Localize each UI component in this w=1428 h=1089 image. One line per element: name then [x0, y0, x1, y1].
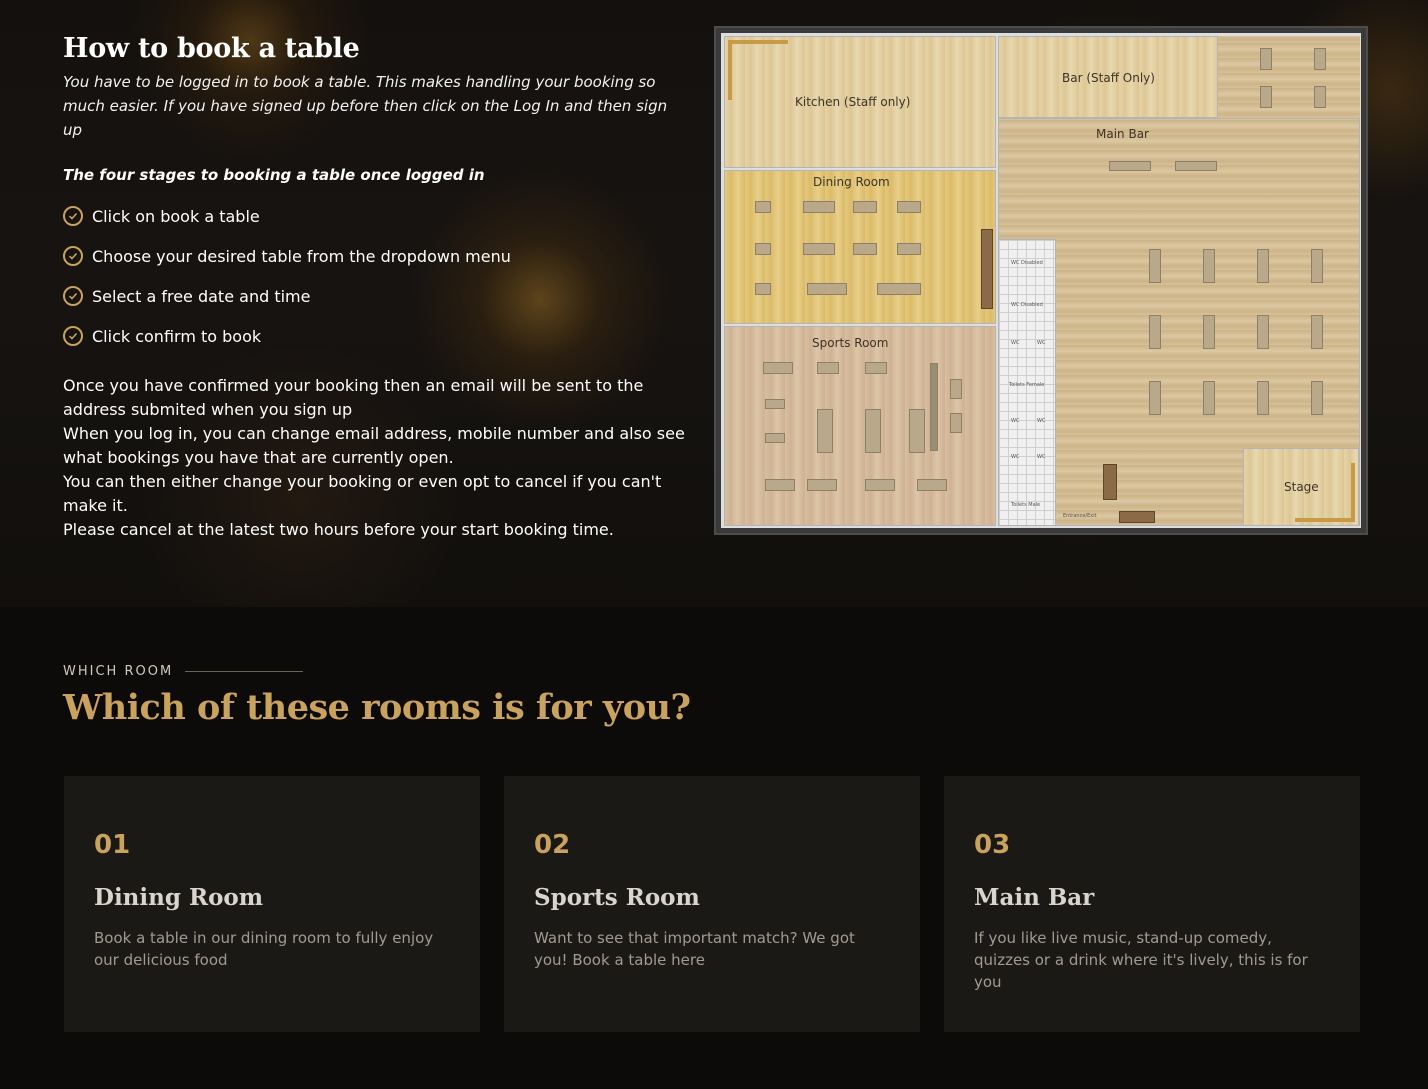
wc-label: WC — [1011, 454, 1020, 460]
outro-line: Please cancel at the latest two hours be… — [63, 520, 614, 539]
booking-title: How to book a table — [63, 33, 360, 64]
wc-label: WC — [1037, 418, 1046, 424]
card-title: Sports Room — [534, 884, 700, 911]
floor-plan-image: Kitchen (Staff only) Bar (Staff Only) Ma… — [714, 26, 1368, 535]
eyebrow-text: WHICH ROOM — [63, 664, 174, 679]
sports-room-area: Sports Room — [724, 326, 996, 526]
card-number: 01 — [94, 830, 131, 860]
staff-bar-label: Bar (Staff Only) — [1062, 71, 1155, 85]
step-text: Click confirm to book — [92, 326, 262, 346]
rooms-section: WHICH ROOM Which of these rooms is for y… — [0, 607, 1428, 1089]
step-text: Select a free date and time — [92, 286, 311, 306]
wc-label: WC — [1037, 454, 1046, 460]
toilets-male-label: Toilets Male — [1011, 502, 1041, 508]
outro-line: When you log in, you can change email ad… — [63, 424, 685, 467]
outro-line: Once you have confirmed your booking the… — [63, 376, 644, 419]
outro-line: You can then either change your booking … — [63, 472, 662, 515]
card-number: 02 — [534, 830, 571, 860]
sports-room-label: Sports Room — [812, 336, 889, 350]
card-description: Book a table in our dining room to fully… — [94, 929, 434, 969]
booking-intro: You have to be logged in to book a table… — [63, 73, 668, 139]
check-circle-icon — [63, 246, 83, 266]
stage-area: Stage — [1243, 448, 1359, 526]
check-circle-icon — [63, 206, 83, 226]
card-number: 03 — [974, 830, 1011, 860]
section-eyebrow: WHICH ROOM — [63, 664, 304, 679]
wc-disabled-label: WC Disabled — [1011, 260, 1043, 266]
check-circle-icon — [63, 326, 83, 346]
room-card-sports[interactable]: 02 Sports Room Want to see that importan… — [504, 776, 920, 1032]
booking-instructions: How to book a table You have to be logge… — [63, 33, 688, 542]
main-bar-label: Main Bar — [1096, 127, 1149, 141]
card-description: Want to see that important match? We got… — [534, 929, 855, 969]
step-text: Click on book a table — [92, 206, 260, 226]
toilets-area: WC Disabled WC Disabled WC WC Toilets Fe… — [998, 239, 1056, 526]
kitchen-label: Kitchen (Staff only) — [795, 95, 911, 109]
hero-section: How to book a table You have to be logge… — [0, 0, 1428, 607]
room-card-main-bar[interactable]: 03 Main Bar If you like live music, stan… — [944, 776, 1360, 1032]
dining-room-area: Dining Room — [724, 170, 996, 324]
check-circle-icon — [63, 286, 83, 306]
stage-label: Stage — [1284, 480, 1319, 494]
eyebrow-divider — [185, 671, 304, 672]
card-title: Dining Room — [94, 884, 264, 911]
toilets-female-label: Toilets Female — [1009, 382, 1045, 388]
step-item: Click confirm to book — [63, 316, 688, 356]
wc-label: WC — [1037, 340, 1046, 346]
upper-bar-area — [1218, 36, 1360, 118]
steps-list: Click on book a table Choose your desire… — [63, 196, 688, 356]
step-item: Select a free date and time — [63, 276, 688, 316]
wc-label: WC — [1011, 340, 1020, 346]
room-card-dining[interactable]: 01 Dining Room Book a table in our dinin… — [64, 776, 480, 1032]
dining-room-label: Dining Room — [813, 175, 890, 189]
step-item: Click on book a table — [63, 196, 688, 236]
staff-bar-area: Bar (Staff Only) — [998, 36, 1218, 118]
step-item: Choose your desired table from the dropd… — [63, 236, 688, 276]
stages-heading: The four stages to booking a table once … — [63, 166, 485, 184]
rooms-title: Which of these rooms is for you? — [63, 687, 691, 728]
step-text: Choose your desired table from the dropd… — [92, 246, 511, 266]
card-title: Main Bar — [974, 884, 1095, 911]
kitchen-area: Kitchen (Staff only) — [724, 36, 996, 168]
wc-label: WC — [1011, 418, 1020, 424]
card-description: If you like live music, stand-up comedy,… — [974, 929, 1308, 991]
entrance-label: Entrance/Exit — [1063, 513, 1097, 519]
booking-outro: Once you have confirmed your booking the… — [63, 374, 688, 542]
wc-disabled-label: WC Disabled — [1011, 302, 1043, 308]
